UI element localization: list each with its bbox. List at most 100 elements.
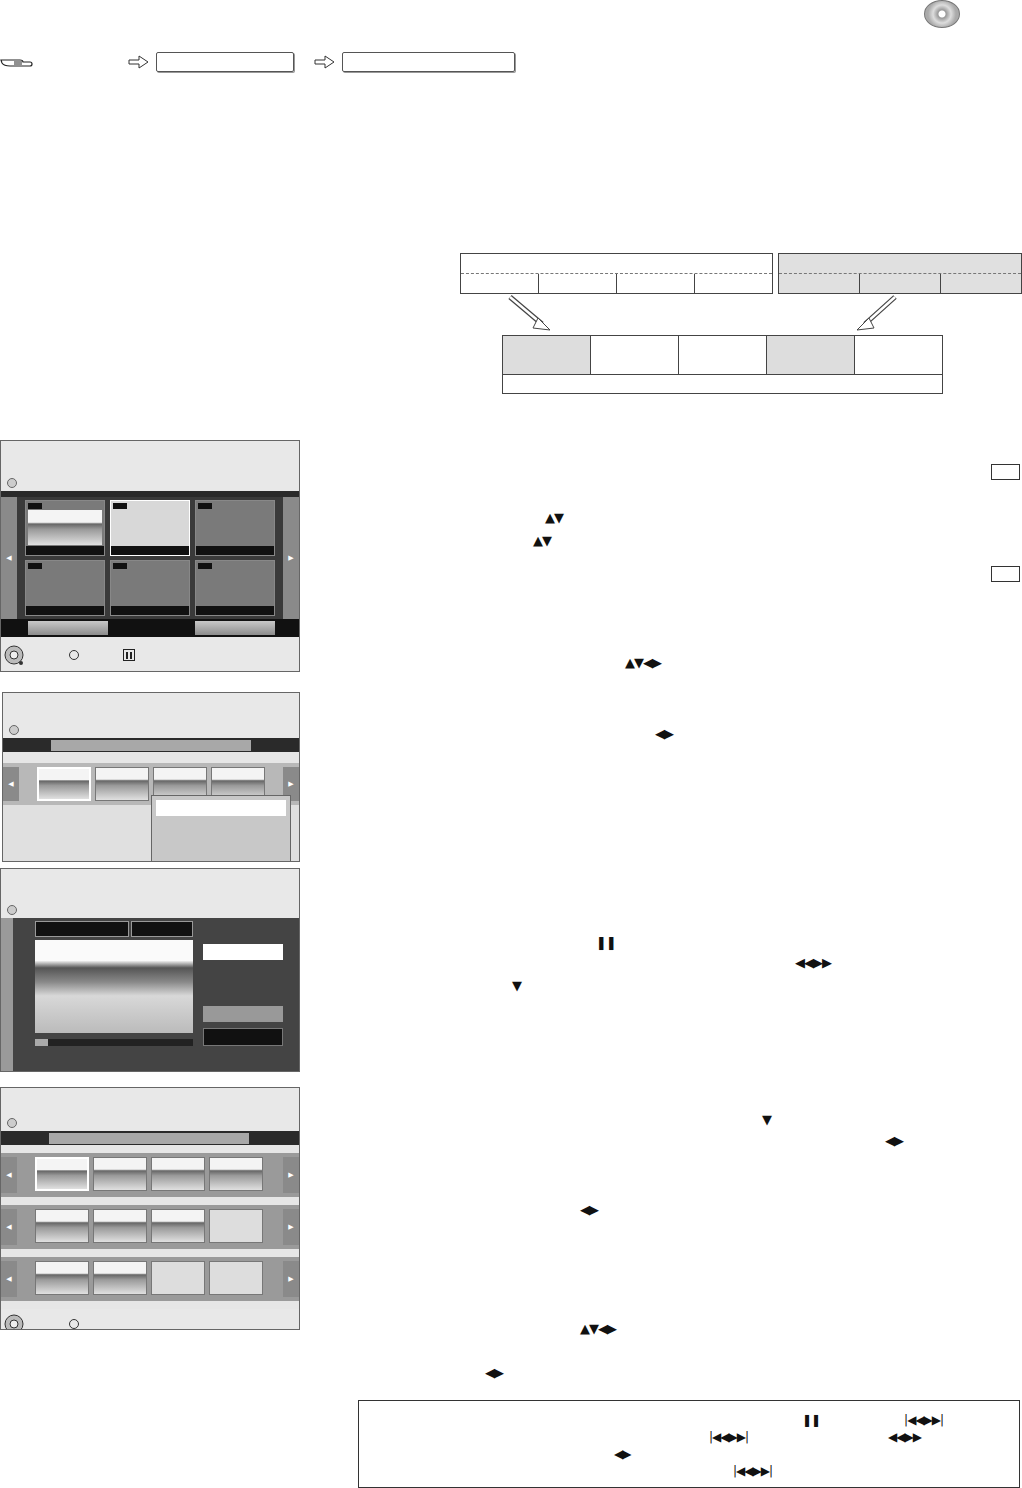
button[interactable] xyxy=(28,621,108,635)
pointing-hand-icon xyxy=(0,55,34,69)
disc-icon xyxy=(7,905,17,915)
navigation-pad-icon xyxy=(3,644,25,666)
thumbnail[interactable] xyxy=(93,1209,147,1243)
instruction-mark: ▼ xyxy=(300,1110,1022,1128)
video-frame xyxy=(35,940,193,1033)
instruction-mark: ◀▶ xyxy=(300,724,1022,742)
segment xyxy=(941,274,1021,293)
pause-icon xyxy=(123,649,135,661)
prev-button[interactable]: ◀ xyxy=(3,767,19,801)
menu-path-box xyxy=(156,52,294,72)
next-button[interactable]: ▶ xyxy=(283,497,299,619)
instruction-mark xyxy=(300,566,1022,582)
button-glyph: |◀◀▶▶| xyxy=(733,1464,772,1478)
instruction-mark: ❚❚ xyxy=(300,933,1022,951)
thumbnail[interactable] xyxy=(209,1209,263,1243)
prev-button[interactable]: ◀ xyxy=(1,1157,17,1193)
merged-result xyxy=(502,335,943,394)
prev-button[interactable]: ◀ xyxy=(1,1261,17,1297)
thumbnail[interactable] xyxy=(195,560,275,616)
thumbnail[interactable] xyxy=(37,767,91,801)
segment xyxy=(695,274,772,293)
thumbnail[interactable] xyxy=(209,1157,263,1191)
album-screen: ◀▶◀▶◀▶ xyxy=(0,1087,300,1330)
menu-item[interactable] xyxy=(156,838,286,854)
segment xyxy=(617,274,695,293)
thumbnail[interactable] xyxy=(93,1261,147,1295)
disc-icon xyxy=(924,0,960,28)
next-button[interactable]: ▶ xyxy=(283,1261,299,1297)
menu-path xyxy=(0,52,515,72)
next-button[interactable]: ▶ xyxy=(283,1209,299,1245)
thumbnail[interactable] xyxy=(110,500,190,556)
album-row: ◀▶ xyxy=(1,1205,299,1249)
thumbnail[interactable] xyxy=(93,1157,147,1191)
source-a xyxy=(460,253,773,294)
button-glyph: |◀◀▶▶| xyxy=(904,1413,943,1427)
instructions: ▲▼▲▼▲▼◀▶◀▶❚❚◀◀▶▶▼▼◀▶◀▶▲▼◀▶◀▶ xyxy=(300,440,1022,1381)
thumbnail[interactable] xyxy=(151,1209,205,1243)
merged-segment xyxy=(591,336,679,374)
instruction-mark: ◀▶ xyxy=(300,1363,1022,1381)
merged-segment xyxy=(855,336,942,374)
instruction-mark xyxy=(300,464,1022,480)
thumbnail[interactable] xyxy=(195,500,275,556)
prev-button[interactable]: ◀ xyxy=(1,497,17,619)
album-row: ◀▶ xyxy=(1,1257,299,1301)
segment xyxy=(860,274,941,293)
source-b xyxy=(778,253,1022,294)
next-button[interactable]: ▶ xyxy=(283,1157,299,1193)
button-glyph: ◀▶ xyxy=(614,1447,630,1461)
menu-item[interactable] xyxy=(156,800,286,816)
button-glyph: ◀◀▶▶ xyxy=(888,1430,921,1444)
thumbnail[interactable] xyxy=(110,560,190,616)
segment xyxy=(779,274,860,293)
thumbnail[interactable] xyxy=(151,1261,205,1295)
album-row: ◀▶ xyxy=(1,1153,299,1197)
navigation-pad-icon xyxy=(3,1313,25,1330)
thumbnail[interactable] xyxy=(209,1261,263,1295)
manual-page: ◀▶◀▶◀▶◀▶◀▶▲▼▲▼▲▼◀▶◀▶❚❚◀◀▶▶▼▼◀▶◀▶▲▼◀▶◀▶❚❚… xyxy=(0,0,1022,1488)
button[interactable] xyxy=(195,621,275,635)
player-button[interactable] xyxy=(203,944,283,960)
player-button[interactable] xyxy=(203,1006,283,1022)
instruction-mark: ▲▼◀▶ xyxy=(300,1319,1022,1337)
button-glyph: ❚❚ xyxy=(802,1413,820,1427)
thumbnail[interactable] xyxy=(35,1261,89,1295)
diagram xyxy=(460,253,1022,394)
menu-path-box xyxy=(342,52,515,72)
note-line: |◀◀▶▶| ◀◀▶▶ xyxy=(359,1428,1019,1445)
note-box: ❚❚ |◀◀▶▶| |◀◀▶▶| ◀◀▶▶ ◀▶ |◀◀▶▶| xyxy=(358,1400,1020,1488)
grid-screen: ◀▶ xyxy=(0,440,300,672)
arrow-icon xyxy=(128,55,150,69)
instruction-mark: ◀◀▶▶ xyxy=(300,953,1022,971)
note-line: |◀◀▶▶| xyxy=(359,1462,1019,1479)
header xyxy=(0,0,1022,80)
thumbnail[interactable] xyxy=(25,500,105,556)
player-button[interactable] xyxy=(203,1028,283,1046)
segment xyxy=(539,274,617,293)
player-screen xyxy=(0,868,300,1072)
prev-button[interactable]: ◀ xyxy=(1,1209,17,1245)
thumbnail[interactable] xyxy=(35,1157,89,1191)
circle-button-icon xyxy=(69,1319,79,1329)
segment xyxy=(461,274,539,293)
instruction-mark: ▲▼◀▶ xyxy=(300,653,1022,671)
note-line: ❚❚ |◀◀▶▶| xyxy=(359,1411,1019,1428)
thumbnail[interactable] xyxy=(95,767,149,801)
circle-button-icon xyxy=(69,650,79,660)
menu-item[interactable] xyxy=(156,819,286,835)
thumbnail[interactable] xyxy=(25,560,105,616)
thumbnail[interactable] xyxy=(151,1157,205,1191)
player-button[interactable] xyxy=(203,966,283,1000)
merged-segment xyxy=(767,336,855,374)
button-glyph: |◀◀▶▶| xyxy=(709,1430,748,1444)
progress-bar[interactable] xyxy=(35,1039,193,1046)
instruction-mark: ▼ xyxy=(300,976,1022,994)
context-menu xyxy=(151,795,291,862)
arrow-icon xyxy=(314,55,336,69)
disc-icon xyxy=(7,478,17,488)
disc-icon xyxy=(9,725,19,735)
instruction-mark: ▲▼ xyxy=(300,508,1022,526)
thumbnail[interactable] xyxy=(35,1209,89,1243)
